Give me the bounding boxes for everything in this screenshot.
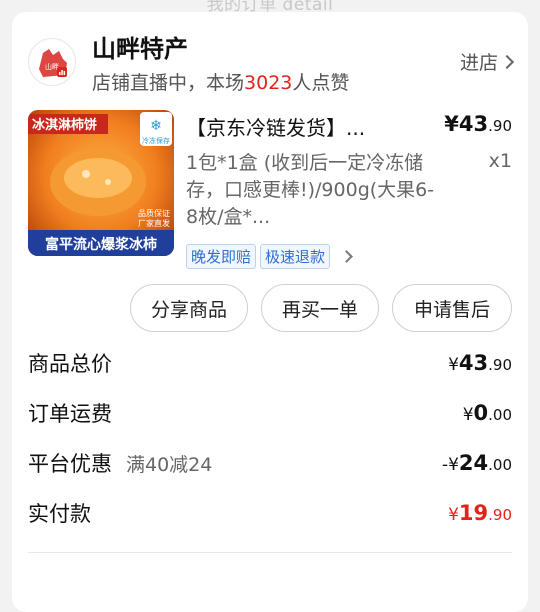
paid-amount: ¥19.90 bbox=[448, 501, 512, 525]
discount-desc: 满40减24 bbox=[126, 453, 213, 476]
svg-text:厂家直发: 厂家直发 bbox=[138, 218, 170, 228]
total-label: 商品总价 bbox=[28, 352, 112, 376]
summary-paid-row: 实付款 ¥19.90 bbox=[28, 498, 512, 528]
divider bbox=[28, 552, 512, 553]
product-spec: 1包*1盒 (收到后一定冷冻储存，口感更棒!)/900g(大果6-8枚/盒*..… bbox=[186, 152, 435, 228]
total-amount: ¥43.90 bbox=[448, 351, 512, 375]
chevron-right-icon bbox=[340, 250, 353, 263]
persimmon-photo: 冰淇淋柿饼 ❄ 冷冻保存 品质保证 厂家直发 富平流心爆浆冰柿 bbox=[28, 110, 174, 256]
product-title[interactable]: 【京东冷链发货】... bbox=[186, 112, 426, 141]
enter-store-button[interactable]: 进店 bbox=[459, 48, 515, 75]
shipping-amount: ¥0.00 bbox=[462, 401, 512, 425]
chevron-right-icon bbox=[499, 54, 515, 69]
store-logo[interactable]: 山畔 bbox=[28, 38, 76, 86]
svg-text:品质保证: 品质保证 bbox=[138, 208, 170, 218]
summary-discount-row: 平台优惠 满40减24 -¥24.00 bbox=[28, 448, 512, 478]
svg-text:冰淇淋柿饼: 冰淇淋柿饼 bbox=[32, 117, 97, 133]
svg-text:富平流心爆浆冰柿: 富平流心爆浆冰柿 bbox=[45, 236, 157, 253]
order-card: 山畔 山畔特产 店铺直播中，本场3023人点赞 进店 冰淇淋柿饼 ❄ 冷冻保存 … bbox=[12, 12, 528, 612]
paid-label: 实付款 bbox=[28, 502, 91, 526]
discount-amount: -¥24.00 bbox=[441, 451, 512, 475]
store-name[interactable]: 山畔特产 bbox=[92, 29, 188, 64]
rebuy-button[interactable]: 再买一单 bbox=[261, 284, 379, 332]
discount-label: 平台优惠 bbox=[28, 452, 112, 476]
product-price: ¥43.90 bbox=[444, 112, 512, 136]
svg-text:冷冻保存: 冷冻保存 bbox=[142, 136, 170, 145]
enter-store-label: 进店 bbox=[459, 52, 498, 74]
store-logo-icon: 山畔 bbox=[39, 49, 67, 77]
svg-text:山畔: 山畔 bbox=[45, 62, 59, 71]
store-live-status: 店铺直播中，本场3023人点赞 bbox=[92, 72, 350, 94]
summary-shipping-row: 订单运费 ¥0.00 bbox=[28, 398, 512, 428]
product-quantity: x1 bbox=[488, 150, 512, 172]
tag-late-compensation: 晚发即赔 bbox=[186, 244, 257, 269]
after-sale-button[interactable]: 申请售后 bbox=[392, 284, 512, 332]
shipping-label: 订单运费 bbox=[28, 402, 112, 426]
service-tags[interactable]: 晚发即赔 极速退款 bbox=[186, 244, 353, 269]
tag-fast-refund: 极速退款 bbox=[260, 244, 331, 269]
product-image[interactable]: 冰淇淋柿饼 ❄ 冷冻保存 品质保证 厂家直发 富平流心爆浆冰柿 bbox=[28, 110, 174, 256]
svg-text:❄: ❄ bbox=[150, 118, 162, 134]
share-product-button[interactable]: 分享商品 bbox=[130, 284, 248, 332]
live-like-count: 3023 bbox=[244, 72, 293, 94]
summary-total-row: 商品总价 ¥43.90 bbox=[28, 348, 512, 378]
